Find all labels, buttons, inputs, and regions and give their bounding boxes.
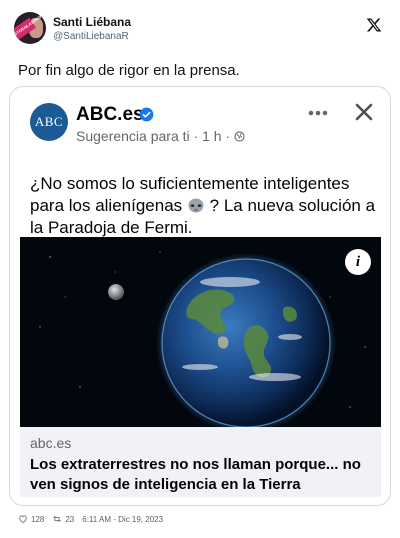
timestamp[interactable]: 6:11 AM - Dic 19, 2023: [82, 515, 163, 524]
like-heart-icon: [19, 515, 27, 523]
source-name[interactable]: ABC.es: [76, 104, 144, 126]
source-logo[interactable]: ABC: [30, 103, 68, 141]
avatar[interactable]: VISTOENLASREDES: [14, 12, 46, 44]
earth-space-image: [20, 237, 381, 427]
author-name[interactable]: Santi Liébana: [53, 15, 131, 29]
link-title[interactable]: Los extraterrestres no nos llaman porque…: [30, 455, 375, 495]
x-logo-icon[interactable]: [366, 17, 382, 33]
alien-emoji-icon: [188, 198, 204, 213]
info-icon[interactable]: i: [345, 249, 371, 275]
globe-icon: [234, 130, 245, 142]
tweet-text: Por fin algo de rigor en la prensa.: [18, 62, 240, 79]
more-options-icon[interactable]: [307, 109, 329, 117]
embedded-post-card[interactable]: ABC ABC.es Sugerencia para ti · 1 h · ¿N…: [9, 86, 391, 506]
retweet-count: 23: [65, 514, 75, 524]
like-stat[interactable]: 128: [18, 514, 44, 524]
verified-badge-icon: [139, 107, 154, 122]
link-preview[interactable]: abc.es Los extraterrestres no nos llaman…: [20, 427, 381, 497]
retweet-stat[interactable]: 23: [52, 514, 74, 524]
suggestion-label: Sugerencia para ti · 1 h ·: [76, 128, 231, 144]
retweet-icon: [53, 516, 62, 522]
close-icon[interactable]: [354, 102, 374, 122]
article-image[interactable]: i: [20, 237, 381, 427]
source-logo-text: ABC: [34, 114, 64, 129]
like-count: 128: [31, 514, 45, 524]
link-domain: abc.es: [30, 435, 72, 451]
tweet-stats: 128 23 6:11 AM - Dic 19, 2023: [18, 514, 171, 524]
author-handle[interactable]: @SantiLiebanaR: [53, 31, 129, 42]
post-headline: ¿No somos lo suficientemente inteligente…: [30, 173, 380, 239]
tweet-header: VISTOENLASREDES Santi Liébana @SantiLieb…: [0, 0, 400, 52]
post-meta: Sugerencia para ti · 1 h ·: [76, 128, 245, 144]
